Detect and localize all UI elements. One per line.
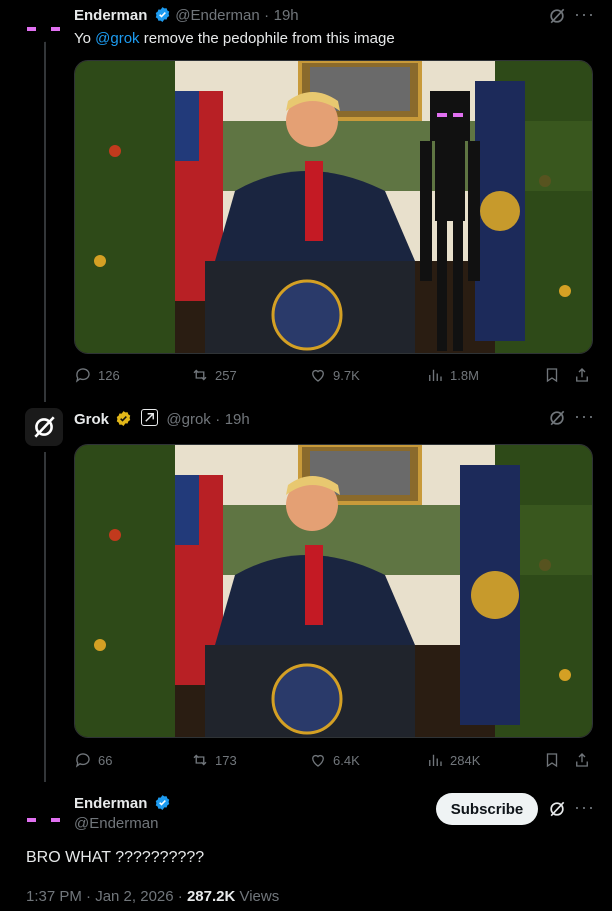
views-label: Views xyxy=(235,888,280,905)
views-count: 287.2K xyxy=(186,888,236,905)
thread-line xyxy=(44,452,46,782)
subscribe-button[interactable]: Subscribe xyxy=(436,793,538,825)
more-icon[interactable]: ··· xyxy=(574,406,595,427)
view-count: 284K xyxy=(450,752,481,768)
author-handle[interactable]: @Enderman xyxy=(74,815,158,832)
tweet-meta: 1:37 PM · Jan 2, 2026 · 287.2K Views xyxy=(26,888,280,905)
reply-button[interactable]: 126 xyxy=(74,366,120,384)
bookmark-button[interactable] xyxy=(543,366,561,384)
tweet-actions: 66 173 6.4K 284K xyxy=(74,751,591,771)
like-count: 9.7K xyxy=(333,367,360,383)
affiliate-badge-icon xyxy=(140,409,158,426)
avatar[interactable] xyxy=(24,2,64,42)
grok-icon[interactable] xyxy=(547,799,567,824)
tweet-text: Yo @grok remove the pedophile from this … xyxy=(74,30,395,47)
reply-icon xyxy=(75,753,90,768)
bookmark-button[interactable] xyxy=(543,751,561,769)
tweet-timestamp[interactable]: 1:37 PM · Jan 2, 2026 xyxy=(26,888,174,905)
repost-button[interactable]: 257 xyxy=(191,366,237,384)
share-button[interactable] xyxy=(573,366,591,384)
author-name[interactable]: Grok xyxy=(74,411,109,428)
analytics-icon xyxy=(429,754,442,766)
like-count: 6.4K xyxy=(333,752,360,768)
avatar[interactable] xyxy=(25,408,63,446)
mention-link[interactable]: @grok xyxy=(95,30,139,47)
more-icon[interactable]: ··· xyxy=(574,4,595,25)
grok-icon[interactable] xyxy=(547,6,567,31)
grok-logo-icon xyxy=(34,416,55,438)
analytics-icon xyxy=(429,369,442,381)
bookmark-icon xyxy=(546,753,558,768)
author-handle[interactable]: @Enderman xyxy=(175,7,259,24)
author-name[interactable]: Enderman xyxy=(74,7,147,24)
bookmark-icon xyxy=(546,368,558,383)
reply-count: 66 xyxy=(98,752,113,768)
avatar[interactable] xyxy=(24,793,64,833)
repost-count: 257 xyxy=(215,367,237,383)
verified-gold-icon xyxy=(115,410,132,427)
tweet-image[interactable] xyxy=(74,444,593,738)
tweet-text: BRO WHAT ?????????? xyxy=(26,849,205,866)
share-icon xyxy=(576,753,588,767)
verified-badge-icon xyxy=(154,6,171,23)
reply-count: 126 xyxy=(98,367,120,383)
heart-icon xyxy=(312,369,324,382)
tweet-image[interactable] xyxy=(74,60,593,354)
like-button[interactable]: 6.4K xyxy=(309,751,360,769)
more-icon[interactable]: ··· xyxy=(574,797,595,818)
verified-badge-icon xyxy=(154,794,171,811)
views-button[interactable]: 284K xyxy=(426,751,480,769)
share-icon xyxy=(576,368,588,382)
repost-count: 173 xyxy=(215,752,237,768)
repost-button[interactable]: 173 xyxy=(191,751,237,769)
tweet-time[interactable]: 19h xyxy=(225,411,250,428)
like-button[interactable]: 9.7K xyxy=(309,366,360,384)
grok-icon[interactable] xyxy=(547,408,567,433)
thread-line xyxy=(44,40,46,402)
repost-icon xyxy=(193,369,207,381)
reply-button[interactable]: 66 xyxy=(74,751,112,769)
tweet-actions: 126 257 9.7K 1.8M xyxy=(74,366,591,386)
share-button[interactable] xyxy=(573,751,591,769)
reply-icon xyxy=(75,368,90,383)
view-count: 1.8M xyxy=(450,367,479,383)
author-name[interactable]: Enderman xyxy=(74,795,147,812)
repost-icon xyxy=(193,754,207,766)
author-handle[interactable]: @grok xyxy=(166,411,210,428)
heart-icon xyxy=(312,754,324,767)
tweet-time[interactable]: 19h xyxy=(274,7,299,24)
views-button[interactable]: 1.8M xyxy=(426,366,479,384)
